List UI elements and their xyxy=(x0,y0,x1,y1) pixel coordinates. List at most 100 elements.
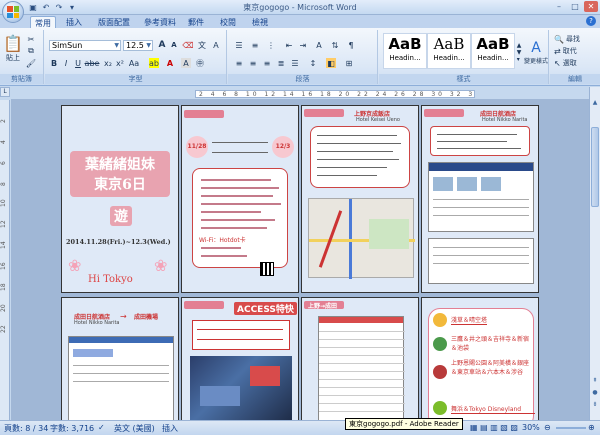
grow-font-icon[interactable]: A xyxy=(157,40,167,50)
minimize-button[interactable]: – xyxy=(552,1,566,12)
font-color-icon[interactable]: A xyxy=(165,58,175,68)
styles-group: AaB Headin... AaB Headin... AaB Headin..… xyxy=(379,30,549,84)
highlight-icon[interactable]: ab xyxy=(149,58,159,68)
language[interactable]: 英文 (美國) xyxy=(114,423,155,434)
bullets-icon[interactable]: ☰ xyxy=(234,40,244,50)
page-access-express[interactable]: ACCESS特快 xyxy=(181,297,299,420)
page-timetable[interactable]: 上野→成田 xyxy=(301,297,419,420)
horizontal-ruler[interactable]: 2 4 6 8 10 12 14 16 18 20 22 24 26 28 30… xyxy=(195,90,475,98)
fare-box xyxy=(192,320,290,350)
zoom-in-icon[interactable]: ⊕ xyxy=(588,423,595,432)
distribute-icon[interactable]: ☰ xyxy=(290,58,300,68)
multilevel-list-icon[interactable]: ⋮ xyxy=(266,40,276,50)
tab-page-layout[interactable]: 版面配置 xyxy=(94,16,134,28)
font-name-select[interactable]: SimSun ▼ xyxy=(49,40,121,51)
justify-icon[interactable]: ≣ xyxy=(276,58,286,68)
bold-icon[interactable]: B xyxy=(49,58,59,68)
qr-code-icon xyxy=(260,262,274,276)
change-styles-button[interactable]: A 變更樣式 xyxy=(523,34,549,70)
copy-icon[interactable]: ⧉ xyxy=(26,46,36,56)
tab-view[interactable]: 檢視 xyxy=(248,16,272,28)
change-case-icon[interactable]: Aa xyxy=(129,58,139,68)
align-right-icon[interactable]: ≡ xyxy=(262,58,272,68)
align-center-icon[interactable]: ≡ xyxy=(248,58,258,68)
editing-label: 編輯 xyxy=(550,74,600,84)
next-page-icon[interactable]: ⇟ xyxy=(590,401,600,411)
style-heading-1[interactable]: AaB Headin... xyxy=(383,33,427,69)
tab-mailings[interactable]: 郵件 xyxy=(184,16,208,28)
browse-object-icon[interactable]: ● xyxy=(590,389,600,399)
increase-indent-icon[interactable]: ⇥ xyxy=(298,40,308,50)
status-bar: 頁數: 8 / 34 字數: 3,716 ✓ 英文 (美國) 插入 ▦ ▤ ▥ … xyxy=(0,420,600,435)
styles-scroll[interactable]: ▲ ▼ ▾ xyxy=(515,34,523,70)
ribbon: 📋 貼上 ✂ ⧉ 🖌 剪貼簿 SimSun ▼ 12.5 ▼ A A ⌫ 文 Ａ B… xyxy=(0,28,600,86)
asian-layout-icon[interactable]: A xyxy=(314,40,324,50)
word-count[interactable]: 字數: 3,716 xyxy=(50,423,94,434)
view-buttons[interactable]: ▦ ▤ ▥ ▧ ▨ xyxy=(470,423,518,432)
tab-review[interactable]: 校閱 xyxy=(216,16,240,28)
prev-page-icon[interactable]: ⇞ xyxy=(590,377,600,387)
char-shading-icon[interactable]: A xyxy=(181,58,191,68)
vertical-scrollbar[interactable]: ▲ ⇞ ● ⇟ xyxy=(589,87,600,420)
scroll-up-icon[interactable]: ▲ xyxy=(590,99,600,109)
page-hotel-narita[interactable]: 成田日航酒店 Hotel Nikko Narita xyxy=(421,105,539,293)
tab-home[interactable]: 常用 xyxy=(30,16,56,28)
select-button[interactable]: ↖ 選取 xyxy=(554,58,577,68)
sort-icon[interactable]: ⇅ xyxy=(330,40,340,50)
subscript-icon[interactable]: x₂ xyxy=(103,58,113,68)
page-itinerary[interactable]: 淺草＆晴空塔 三鷹＆井之頭＆吉祥寺＆新宿＆池袋 上野恩賜公園＆阿美橫＆銀座＆東京… xyxy=(421,297,539,420)
arrow-right-icon: → xyxy=(120,312,127,321)
scrollbar-thumb[interactable] xyxy=(591,127,599,207)
tab-selector[interactable]: L xyxy=(0,87,10,97)
zoom-slider[interactable] xyxy=(556,427,586,429)
font-label: 字型 xyxy=(45,74,226,84)
style-heading-2[interactable]: AaB Headin... xyxy=(427,33,471,69)
tab-references[interactable]: 參考資料 xyxy=(140,16,180,28)
borders-icon[interactable]: ⊞ xyxy=(344,58,354,68)
replace-button[interactable]: ⇄ 取代 xyxy=(554,46,577,56)
proofing-icon[interactable]: ✓ xyxy=(98,423,105,432)
phonetic-icon[interactable]: 文 xyxy=(197,40,207,50)
paste-button[interactable]: 📋 貼上 xyxy=(3,33,23,62)
close-button[interactable]: ✕ xyxy=(584,1,598,12)
enclose-char-icon[interactable]: ㊥ xyxy=(195,58,205,68)
italic-icon[interactable]: I xyxy=(61,58,71,68)
zoom-out-icon[interactable]: ⊖ xyxy=(544,423,551,432)
clear-format-icon[interactable]: ⌫ xyxy=(182,40,193,50)
numbering-icon[interactable]: ≡ xyxy=(250,40,260,50)
insert-mode[interactable]: 插入 xyxy=(162,423,178,434)
maximize-button[interactable]: □ xyxy=(568,1,582,12)
underline-icon[interactable]: U xyxy=(73,58,83,68)
format-painter-icon[interactable]: 🖌 xyxy=(26,58,36,68)
window-controls: – □ ✕ xyxy=(552,1,598,12)
line-spacing-icon[interactable]: ↕ xyxy=(308,58,318,68)
char-border-icon[interactable]: Ａ xyxy=(211,40,221,50)
sakura-right-icon: ❀ xyxy=(154,256,168,275)
shrink-font-icon[interactable]: A xyxy=(169,40,179,50)
document-area[interactable]: 葉緒緒姐妹 東京6日 遊 2014.11.28(Fri.)~12.3(Wed.)… xyxy=(11,99,589,420)
vertical-ruler[interactable]: 2 4 6 8 10 12 14 16 18 20 22 xyxy=(0,100,10,420)
page-cover[interactable]: 葉緒緒姐妹 東京6日 遊 2014.11.28(Fri.)~12.3(Wed.)… xyxy=(61,105,179,293)
page-hotel-ueno[interactable]: 上野京成飯店 Hotel Keisei Ueno xyxy=(301,105,419,293)
style-heading-3[interactable]: AaB Headin... xyxy=(471,33,515,69)
shading-icon[interactable]: ◧ xyxy=(326,58,336,68)
tab-insert[interactable]: 插入 xyxy=(62,16,86,28)
show-marks-icon[interactable]: ¶ xyxy=(346,40,356,50)
paste-icon: 📋 xyxy=(3,33,23,53)
zoom-level[interactable]: 30% xyxy=(522,423,540,432)
align-left-icon[interactable]: ≡ xyxy=(234,58,244,68)
page-overview[interactable]: 11/28 12/3 Wi-Fi：Hotdot卡 xyxy=(181,105,299,293)
strikethrough-icon[interactable]: abe xyxy=(85,58,100,68)
styles-label: 樣式 xyxy=(379,74,548,84)
decrease-indent-icon[interactable]: ⇤ xyxy=(284,40,294,50)
superscript-icon[interactable]: x² xyxy=(115,58,125,68)
route-screenshot xyxy=(68,336,174,420)
find-button[interactable]: 🔍 尋找 xyxy=(554,34,580,44)
office-button[interactable] xyxy=(2,1,24,23)
cut-icon[interactable]: ✂ xyxy=(26,34,36,44)
station-photo xyxy=(190,356,292,420)
page-narita-route[interactable]: 成田日航酒店 Hotel Nikko Narita → 成田機場 xyxy=(61,297,179,420)
help-icon[interactable]: ? xyxy=(586,16,596,26)
font-size-select[interactable]: 12.5 ▼ xyxy=(123,40,153,51)
page-count[interactable]: 頁數: 8 / 34 xyxy=(4,423,48,434)
